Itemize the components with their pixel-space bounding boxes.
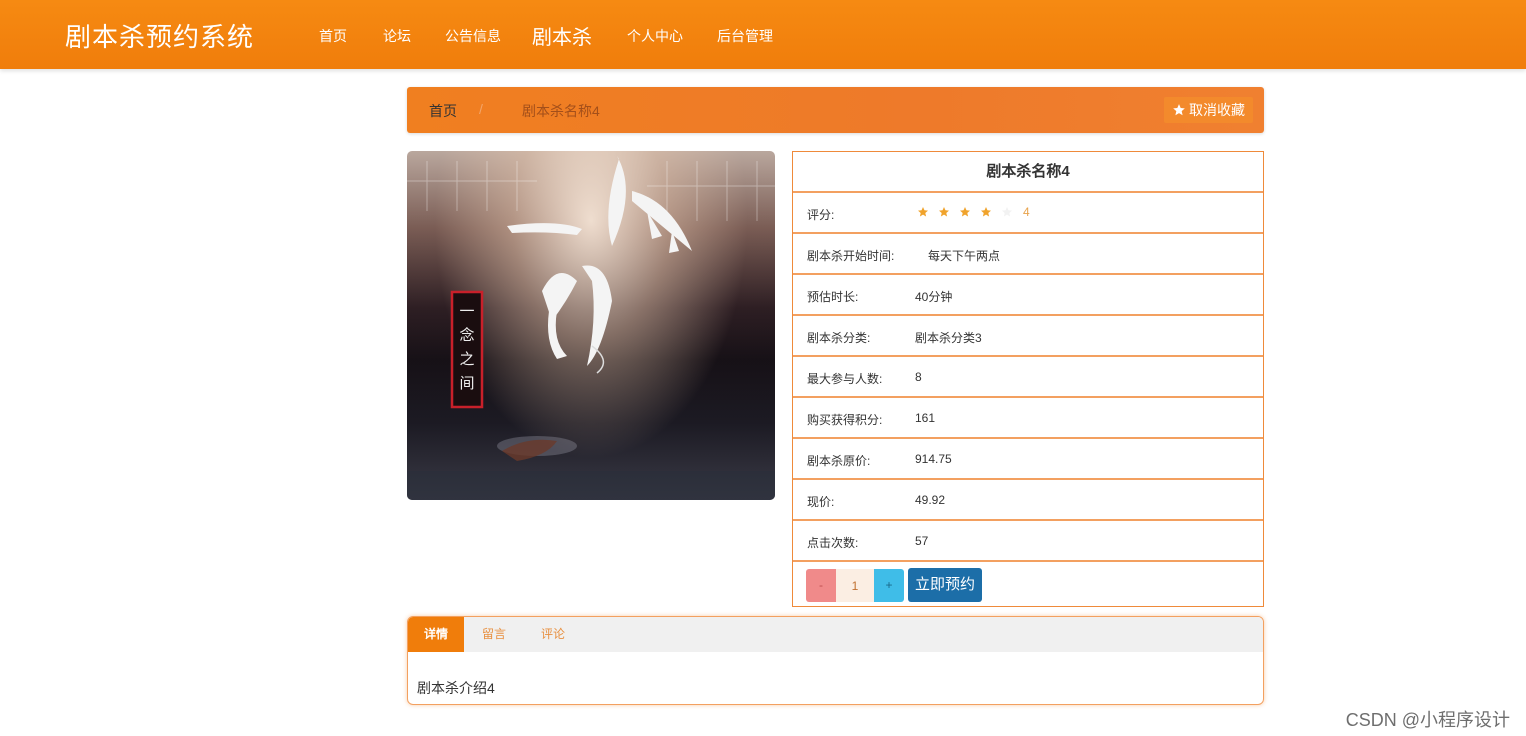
cover-artwork: 一 念 之 间: [407, 156, 775, 500]
details-tabs-panel: 详情 留言 评论 剧本杀介绍4: [407, 616, 1264, 705]
detail-value: 剧本杀分类3: [915, 331, 982, 345]
nav-item-announcements[interactable]: 公告信息: [445, 26, 501, 46]
unfavorite-button-label: 取消收藏: [1189, 102, 1245, 118]
breadcrumb-current: 剧本杀名称4: [522, 103, 600, 119]
detail-label: 最大参与人数:: [807, 372, 883, 386]
nav-item-admin[interactable]: 后台管理: [717, 26, 773, 46]
tab-messages[interactable]: 留言: [464, 617, 524, 652]
detail-label: 现价:: [807, 495, 835, 509]
rating-row: 评分: 4: [793, 193, 1263, 234]
nav-item-forum[interactable]: 论坛: [383, 26, 411, 46]
detail-row-click-count: 点击次数: 57: [793, 521, 1263, 562]
detail-label: 剧本杀原价:: [807, 454, 871, 468]
rating-label: 评分:: [807, 208, 835, 222]
detail-label: 点击次数:: [807, 536, 859, 550]
svg-text:一: 一: [459, 302, 474, 320]
nav-item-scripts[interactable]: 剧本杀: [532, 21, 592, 50]
book-cover-image: 一 念 之 间: [407, 151, 775, 500]
tab-strip: 详情 留言 评论: [408, 617, 1263, 652]
detail-label: 购买获得积分:: [807, 413, 883, 427]
detail-value: 8: [915, 370, 922, 384]
star-empty-icon: [1002, 207, 1012, 217]
script-details-panel: 剧本杀名称4 评分: 4 剧本杀开始时间: 每天下午两点 预估时长: 40分钟 …: [792, 151, 1264, 607]
star-rating[interactable]: 4: [917, 205, 1030, 219]
nav-item-personal-center[interactable]: 个人中心: [627, 26, 683, 46]
detail-value: 57: [915, 534, 929, 548]
breadcrumb-home-link[interactable]: 首页: [429, 101, 457, 121]
svg-text:念: 念: [459, 326, 474, 344]
detail-row-duration: 预估时长: 40分钟: [793, 275, 1263, 316]
breadcrumb-separator: /: [479, 101, 483, 117]
detail-row-points: 购买获得积分: 161: [793, 398, 1263, 439]
rating-score: 4: [1023, 205, 1030, 219]
detail-label: 剧本杀开始时间:: [807, 249, 895, 263]
watermark: CSDN @小程序设计: [1345, 710, 1510, 730]
star-filled-icon: [960, 207, 970, 217]
nav-item-home[interactable]: 首页: [319, 26, 347, 46]
detail-row-original-price: 剧本杀原价: 914.75: [793, 439, 1263, 480]
quantity-input[interactable]: [836, 569, 874, 602]
detail-row-max-players: 最大参与人数: 8: [793, 357, 1263, 398]
star-filled-icon: [939, 207, 949, 217]
detail-label: 剧本杀分类:: [807, 331, 871, 345]
app-title[interactable]: 剧本杀预约系统: [65, 17, 254, 54]
unfavorite-button[interactable]: 取消收藏: [1164, 97, 1253, 123]
svg-text:间: 间: [459, 374, 474, 392]
tab-comments[interactable]: 评论: [524, 617, 582, 652]
detail-row-current-price: 现价: 49.92: [793, 480, 1263, 521]
tab-details[interactable]: 详情: [408, 617, 464, 652]
detail-value: 49.92: [915, 493, 946, 507]
booking-actions: - + 立即预约: [793, 562, 1263, 608]
script-name: 剧本杀名称4: [793, 152, 1263, 193]
detail-value: 914.75: [915, 452, 952, 466]
star-filled-icon: [918, 207, 928, 217]
quantity-increase-button[interactable]: +: [874, 569, 904, 602]
svg-text:之: 之: [459, 350, 474, 368]
detail-value: 161: [915, 411, 936, 425]
book-now-button[interactable]: 立即预约: [908, 568, 982, 602]
detail-row-category: 剧本杀分类: 剧本杀分类3: [793, 316, 1263, 357]
quantity-decrease-button[interactable]: -: [806, 569, 836, 602]
detail-value: 40分钟: [915, 290, 953, 304]
star-filled-icon: [981, 207, 991, 217]
detail-label: 预估时长:: [807, 290, 859, 304]
top-navigation-bar: 剧本杀预约系统 首页 论坛 公告信息 剧本杀 个人中心 后台管理: [0, 0, 1526, 69]
detail-value: 每天下午两点: [928, 249, 1001, 263]
star-icon: [1173, 104, 1185, 116]
tab-content-text: 剧本杀介绍4: [417, 680, 495, 696]
detail-row-start-time: 剧本杀开始时间: 每天下午两点: [793, 234, 1263, 275]
breadcrumb: 首页 / 剧本杀名称4 取消收藏: [407, 87, 1264, 133]
